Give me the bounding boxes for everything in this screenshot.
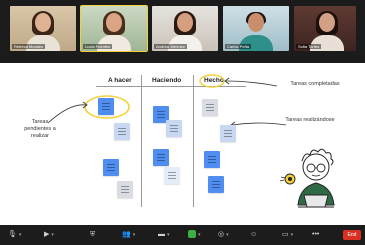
- security-button[interactable]: ⛨: [90, 229, 95, 241]
- meeting-toolbar: 🎙 ▾ ▶ ▾ ⛨ 👥 ▾ ▬ ▾ ▾ ◎ ▾ ☺ ▭ ▾ ••• End: [0, 225, 365, 245]
- sticky-note[interactable]: [208, 176, 224, 193]
- video-button[interactable]: ▶ ▾: [44, 229, 54, 241]
- participant-tile[interactable]: Sofia Torres: [294, 6, 356, 51]
- chat-icon: ▬: [158, 231, 165, 238]
- participant-gallery: Rebeca Morales Lucia Fuentes Andrea Jime…: [0, 0, 365, 57]
- sticky-note[interactable]: [164, 167, 180, 184]
- participants-button[interactable]: 👥 ▾: [122, 229, 135, 241]
- share-screen-button[interactable]: ▾: [188, 229, 201, 241]
- record-button[interactable]: ◎ ▾: [218, 229, 229, 241]
- sticky-note[interactable]: [166, 120, 182, 137]
- shared-kanban-board: A hacer Haciendo Hecho Tareas pendientes…: [0, 63, 365, 225]
- participant-tile-active[interactable]: Lucia Fuentes: [80, 5, 148, 52]
- sticky-note[interactable]: [153, 149, 169, 166]
- apps-button[interactable]: ▭ ▾: [282, 229, 293, 241]
- more-button[interactable]: •••: [312, 229, 319, 241]
- microphone-icon: 🎙: [8, 231, 17, 238]
- character-illustration: [279, 148, 335, 208]
- more-icon: •••: [312, 231, 320, 238]
- reactions-button[interactable]: ☺: [250, 229, 257, 241]
- sticky-note[interactable]: [114, 123, 130, 140]
- participant-name: Sofia Torres: [296, 44, 322, 49]
- annotation-completed: Tareas completadas: [290, 81, 340, 87]
- sticky-note[interactable]: [98, 98, 114, 115]
- camera-icon: ▶: [44, 231, 50, 238]
- reactions-icon: ☺: [250, 231, 258, 238]
- participant-tile[interactable]: Carlos Peña: [223, 6, 289, 51]
- apps-icon: ▭: [282, 231, 289, 238]
- sticky-note[interactable]: [204, 151, 220, 168]
- end-meeting-button[interactable]: End: [343, 230, 361, 240]
- annotation-in-progress: Tareas realizándose: [285, 117, 335, 123]
- shield-icon: ⛨: [90, 231, 96, 238]
- sticky-note[interactable]: [103, 159, 119, 176]
- sticky-note[interactable]: [220, 125, 236, 142]
- participant-name: Andrea Jimenez: [154, 44, 187, 49]
- participant-name: Rebeca Morales: [12, 44, 46, 49]
- participants-icon: 👥: [122, 231, 131, 238]
- annotation-pending: Tareas pendientes a realizar: [24, 119, 56, 139]
- participant-tile[interactable]: Rebeca Morales: [10, 6, 76, 51]
- participant-name: Carlos Peña: [225, 44, 252, 49]
- share-screen-icon: [188, 230, 196, 239]
- participant-tile[interactable]: Andrea Jimenez: [152, 6, 218, 51]
- mute-button[interactable]: 🎙 ▾: [8, 229, 21, 241]
- sticky-note[interactable]: [117, 181, 133, 198]
- record-icon: ◎: [218, 231, 225, 238]
- chat-button[interactable]: ▬ ▾: [158, 229, 170, 241]
- participant-name: Lucia Fuentes: [83, 44, 113, 49]
- sticky-note[interactable]: [202, 99, 218, 116]
